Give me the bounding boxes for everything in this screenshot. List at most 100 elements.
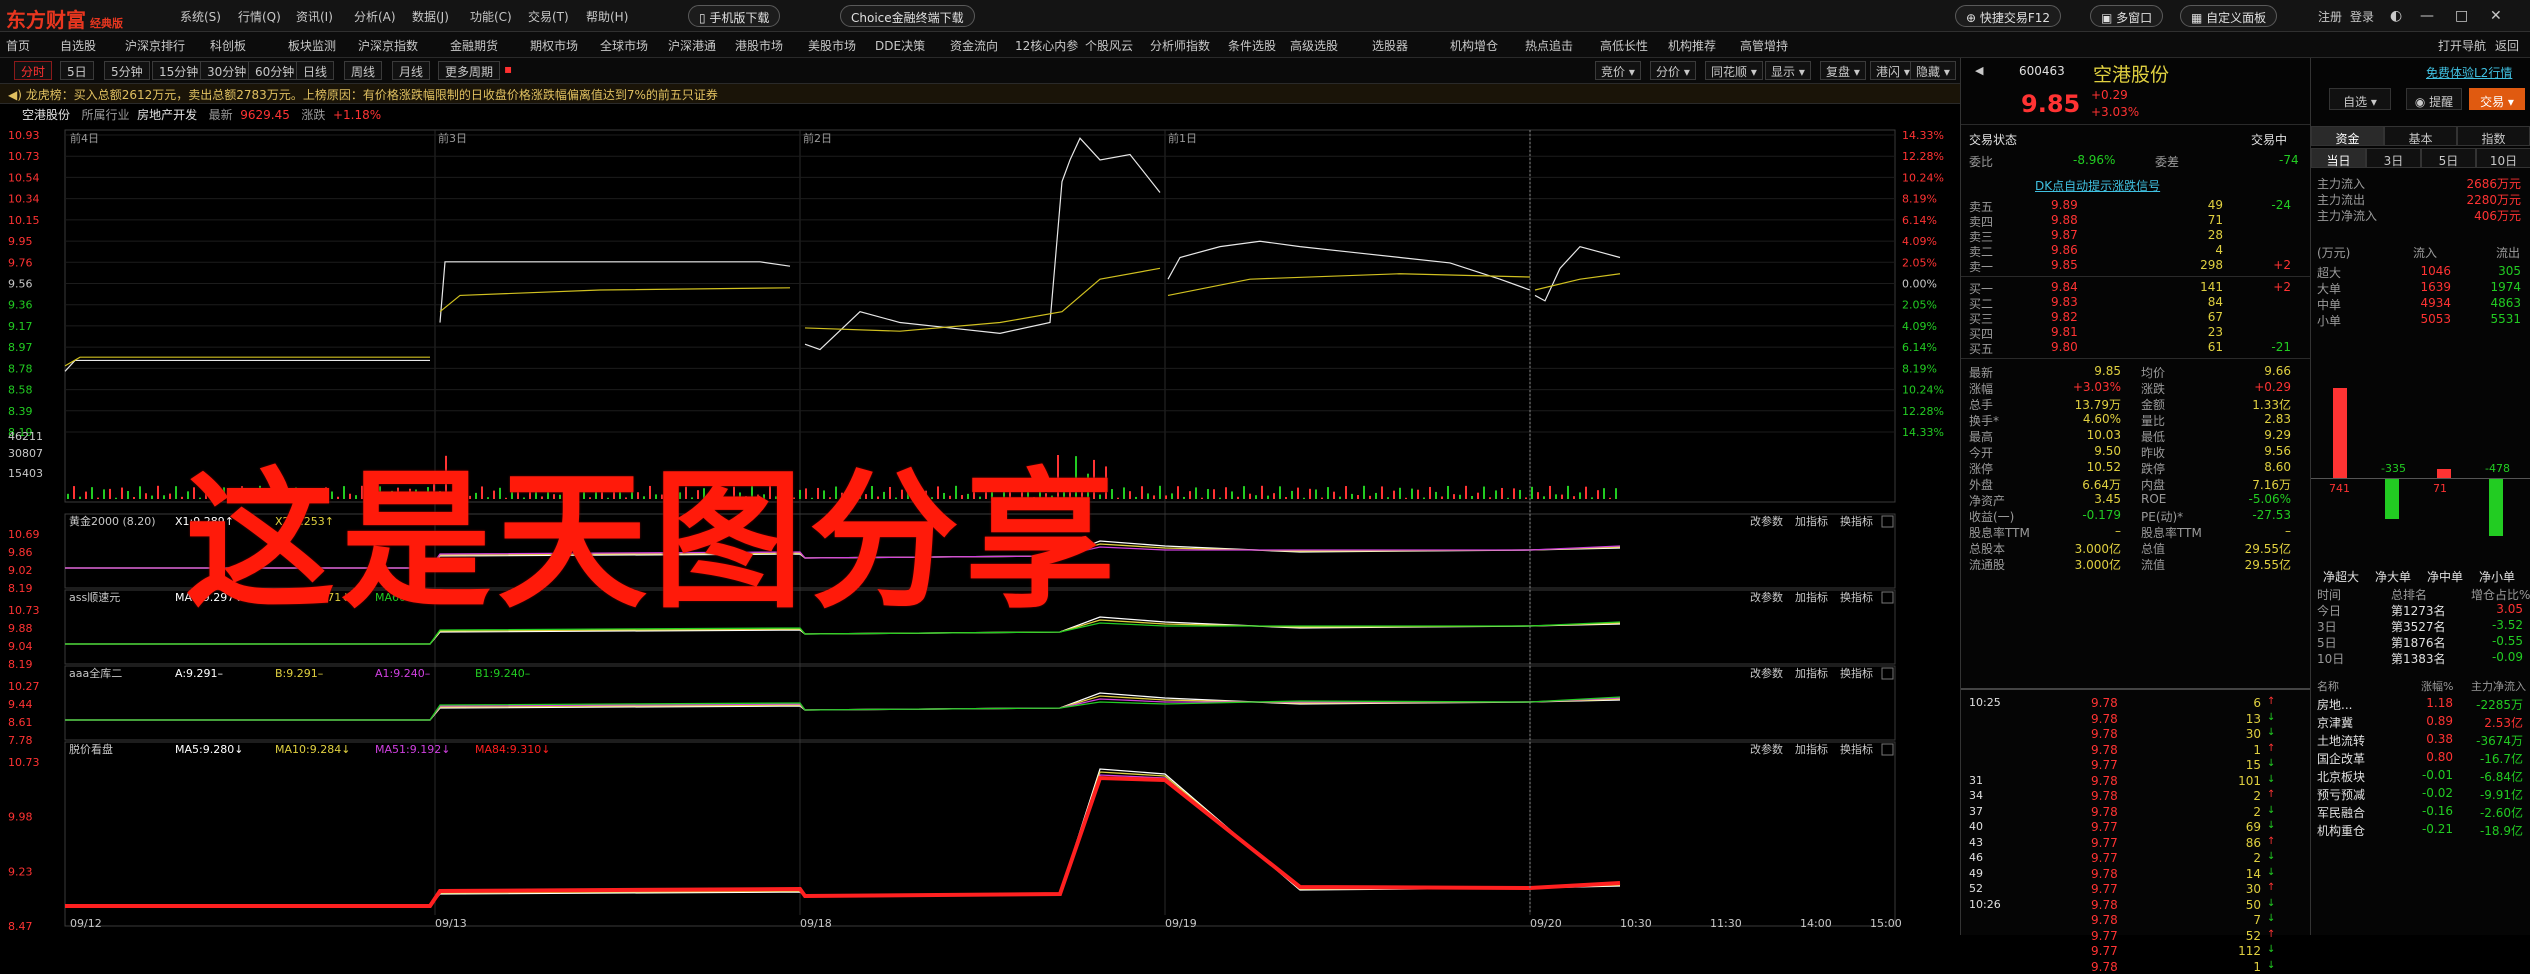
nav-item[interactable]: 期权市场 bbox=[530, 37, 578, 54]
sector-name[interactable]: 军民融合 bbox=[2317, 804, 2365, 820]
nav-item[interactable]: 条件选股 bbox=[1228, 37, 1276, 54]
period-tab[interactable]: 60分钟 bbox=[248, 61, 302, 80]
period-tab[interactable]: 周线 bbox=[344, 61, 383, 80]
nav-item[interactable]: 沪深港通 bbox=[668, 37, 716, 54]
sector-name[interactable]: 土地流转 bbox=[2317, 732, 2365, 748]
period-tab[interactable]: 月线 bbox=[392, 61, 431, 80]
register-link[interactable]: 注册 bbox=[2318, 8, 2342, 25]
bid-price[interactable]: 9.80 bbox=[2051, 340, 2078, 354]
industry-value[interactable]: 房地产开发 bbox=[137, 108, 197, 122]
menu-function[interactable]: 功能(C) bbox=[470, 8, 512, 25]
nav-item[interactable]: 资金流向 bbox=[950, 37, 998, 54]
nav-item[interactable]: 港股市场 bbox=[735, 37, 783, 54]
sector-name[interactable]: 预亏预减 bbox=[2317, 786, 2365, 802]
close-indicator-icon[interactable] bbox=[1881, 667, 1894, 680]
trade-button[interactable]: 交易 ▾ bbox=[2469, 88, 2525, 110]
nav-item[interactable]: 热点追击 bbox=[1525, 37, 1573, 54]
chart-tool-button[interactable]: 分价 ▾ bbox=[1650, 61, 1696, 80]
sector-name[interactable]: 北京板块 bbox=[2317, 768, 2365, 784]
custom-board-button[interactable]: ▦ 自定义面板 bbox=[2180, 5, 2278, 27]
mobile-download-button[interactable]: ▯ 手机版下载 bbox=[688, 5, 781, 27]
ask-price[interactable]: 9.86 bbox=[2051, 243, 2078, 257]
close-icon[interactable]: ✕ bbox=[2490, 8, 2502, 24]
bid-price[interactable]: 9.81 bbox=[2051, 325, 2078, 339]
close-indicator-icon[interactable] bbox=[1881, 591, 1894, 604]
chart-tool-button[interactable]: 隐藏 ▾ bbox=[1910, 61, 1956, 80]
collapse-icon[interactable]: ◀ bbox=[1975, 64, 1983, 78]
skin-icon[interactable]: ◐ bbox=[2390, 8, 2402, 24]
menu-system[interactable]: 系统(S) bbox=[180, 8, 221, 25]
chart-tool-button[interactable]: 复盘 ▾ bbox=[1820, 61, 1866, 80]
chart-tool-button[interactable]: 同花顺 ▾ bbox=[1705, 61, 1763, 80]
nav-item[interactable]: 全球市场 bbox=[600, 37, 648, 54]
maximize-icon[interactable]: □ bbox=[2455, 8, 2468, 24]
period-tab[interactable]: 5分钟 bbox=[104, 61, 150, 80]
minimize-icon[interactable]: — bbox=[2420, 8, 2434, 24]
sector-name[interactable]: 机构重仓 bbox=[2317, 822, 2365, 838]
quick-trade-button[interactable]: ⊕ 快捷交易F12 bbox=[1955, 5, 2062, 27]
period-dropdown-icon[interactable]: ▪ bbox=[498, 61, 518, 80]
bid-price[interactable]: 9.82 bbox=[2051, 310, 2078, 324]
period-tab[interactable]: 15分钟 bbox=[152, 61, 206, 80]
nav-item[interactable]: 选股器 bbox=[1372, 37, 1408, 54]
nav-open-trade[interactable]: 打开导航 bbox=[2438, 37, 2486, 54]
nav-item[interactable]: 12核心内参 bbox=[1015, 37, 1078, 54]
nav-item[interactable]: 金融期货 bbox=[450, 37, 498, 54]
menu-news[interactable]: 资讯(I) bbox=[296, 8, 333, 25]
nav-item[interactable]: 个股风云 bbox=[1085, 37, 1133, 54]
bid-price[interactable]: 9.84 bbox=[2051, 280, 2078, 294]
fund-period-tab[interactable]: 5日 bbox=[2421, 148, 2476, 168]
nav-item[interactable]: 沪深京指数 bbox=[358, 37, 418, 54]
sector-name[interactable]: 京津冀 bbox=[2317, 714, 2353, 730]
nav-item[interactable]: 沪深京排行 bbox=[125, 37, 185, 54]
sector-name[interactable]: 国企改革 bbox=[2317, 750, 2365, 766]
nav-self-select[interactable]: 自选股 bbox=[60, 37, 96, 54]
ask-price[interactable]: 9.87 bbox=[2051, 228, 2078, 242]
menu-help[interactable]: 帮助(H) bbox=[586, 8, 628, 25]
multi-window-button[interactable]: ▣ 多窗口 bbox=[2090, 5, 2164, 27]
fund-period-tab[interactable]: 10日 bbox=[2476, 148, 2530, 168]
chart-tool-button[interactable]: 港闪 ▾ bbox=[1870, 61, 1916, 80]
chart-tool-button[interactable]: 竞价 ▾ bbox=[1595, 61, 1641, 80]
menu-quote[interactable]: 行情(Q) bbox=[238, 8, 281, 25]
fund-period-tab[interactable]: 当日 bbox=[2311, 148, 2366, 168]
menu-trade[interactable]: 交易(T) bbox=[528, 8, 569, 25]
period-tab[interactable]: 5日 bbox=[60, 61, 94, 80]
bid-price[interactable]: 9.83 bbox=[2051, 295, 2078, 309]
news-ticker[interactable]: ◀) 龙虎榜：买入总额2612万元，卖出总额2783万元。上榜原因：有价格涨跌幅… bbox=[0, 84, 1960, 104]
close-indicator-icon[interactable] bbox=[1881, 743, 1894, 756]
ask-price[interactable]: 9.85 bbox=[2051, 258, 2078, 272]
period-tab[interactable]: 分时 bbox=[14, 61, 53, 80]
nav-item[interactable]: 分析师指数 bbox=[1150, 37, 1210, 54]
period-tab[interactable]: 日线 bbox=[296, 61, 335, 80]
close-indicator-icon[interactable] bbox=[1881, 515, 1894, 528]
self-select-button[interactable]: 自选 ▾ bbox=[2329, 88, 2391, 110]
nav-item[interactable]: 高级选股 bbox=[1290, 37, 1338, 54]
fund-period-tab[interactable]: 3日 bbox=[2366, 148, 2421, 168]
alert-button[interactable]: ◉ 提醒 bbox=[2406, 88, 2462, 110]
dde-signal-link[interactable]: DK点自动提示涨跌信号 bbox=[2035, 177, 2160, 193]
nav-item[interactable]: 高管增持 bbox=[1740, 37, 1788, 54]
ask-price[interactable]: 9.88 bbox=[2051, 213, 2078, 227]
menu-analysis[interactable]: 分析(A) bbox=[354, 8, 396, 25]
nav-item[interactable]: DDE决策 bbox=[875, 37, 925, 54]
nav-item[interactable]: 板块监测 bbox=[288, 37, 336, 54]
fund-tab[interactable]: 指数 bbox=[2457, 126, 2530, 146]
fund-tab[interactable]: 基本 bbox=[2384, 126, 2457, 146]
period-tab[interactable]: 30分钟 bbox=[200, 61, 254, 80]
menu-data[interactable]: 数据(J) bbox=[412, 8, 449, 25]
period-tab[interactable]: 更多周期 bbox=[438, 61, 501, 80]
login-link[interactable]: 登录 bbox=[2350, 8, 2374, 25]
l2-promo-link[interactable]: 免费体验L2行情 bbox=[2426, 64, 2512, 80]
sector-name[interactable]: 房地... bbox=[2317, 696, 2352, 712]
nav-back[interactable]: 返回 bbox=[2495, 37, 2519, 54]
nav-item[interactable]: 科创板 bbox=[210, 37, 246, 54]
ask-price[interactable]: 9.89 bbox=[2051, 198, 2078, 212]
chart-tool-button[interactable]: 显示 ▾ bbox=[1765, 61, 1811, 80]
nav-item[interactable]: 机构增仓 bbox=[1450, 37, 1498, 54]
nav-home[interactable]: 首页 bbox=[6, 37, 30, 54]
nav-item[interactable]: 美股市场 bbox=[808, 37, 856, 54]
nav-item[interactable]: 机构推荐 bbox=[1668, 37, 1716, 54]
choice-download-button[interactable]: Choice金融终端下载 bbox=[840, 5, 975, 27]
nav-item[interactable]: 高低长性 bbox=[1600, 37, 1648, 54]
